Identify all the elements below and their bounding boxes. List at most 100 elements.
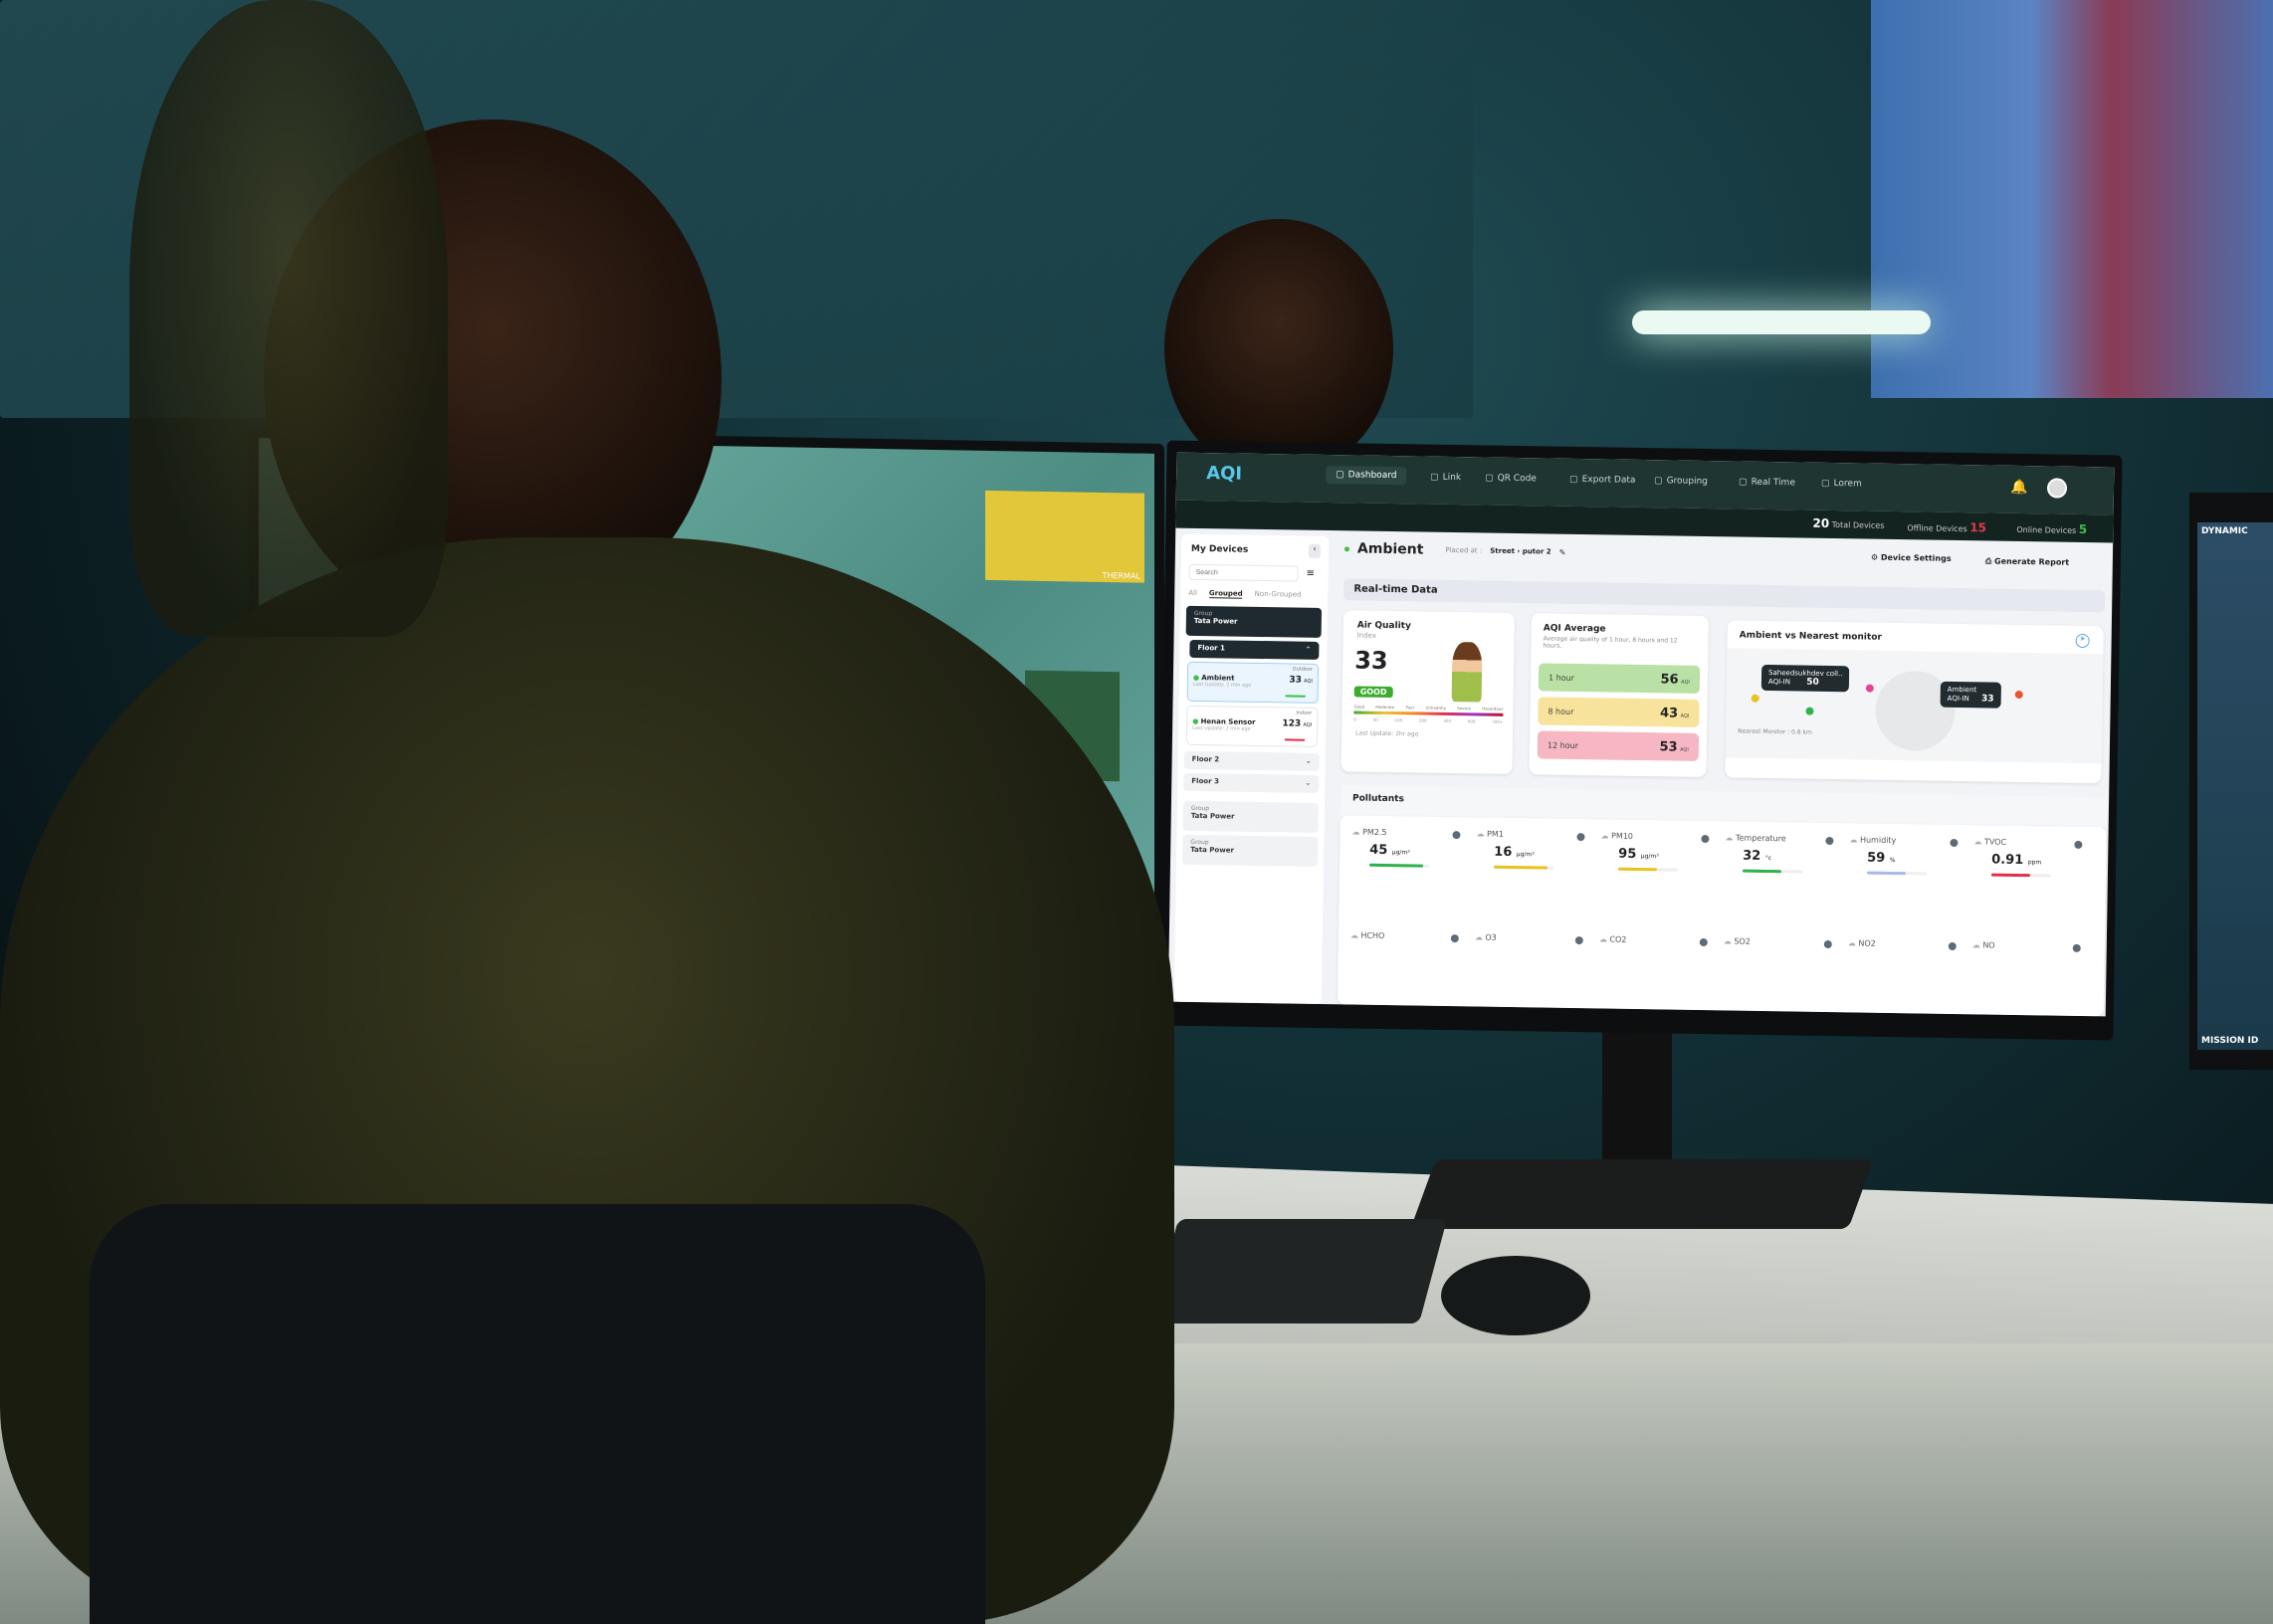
level-bar xyxy=(1990,873,2051,878)
air-quality-card: Air Quality Index 33 GOOD Good Moderate Po… xyxy=(1341,610,1515,774)
scale-tick: 300 xyxy=(1443,717,1452,724)
floor-3[interactable]: Floor 3 ⌄ xyxy=(1183,772,1320,793)
pollutant-hcho[interactable]: ☁ HCHO xyxy=(1343,924,1469,966)
filter-icon[interactable]: ≡ xyxy=(1307,568,1316,579)
info-icon[interactable] xyxy=(1950,838,1959,848)
nav-link[interactable]: ▢ Link xyxy=(1430,473,1461,483)
generate-report-button[interactable]: ⎙ Generate Report xyxy=(1985,556,2069,567)
floor-1[interactable]: Floor 1 ⌃ xyxy=(1189,639,1320,660)
info-icon[interactable] xyxy=(1823,939,1832,949)
info-icon[interactable] xyxy=(1450,934,1459,943)
pollutant-tvoc[interactable]: ☁ TVOC 0.91 ppm xyxy=(1967,831,2093,903)
tab-grouped[interactable]: Grouped xyxy=(1208,589,1243,599)
navigate-icon[interactable]: ➤ xyxy=(2075,633,2090,649)
group-tata-power-3[interactable]: Group Tata Power xyxy=(1181,834,1319,867)
pollutant-icon: ☁ xyxy=(1973,837,1982,847)
nav-real-time[interactable]: ▢ Real Time xyxy=(1739,478,1795,489)
pollutant-icon: ☁ xyxy=(1971,940,1980,950)
map-marker xyxy=(1805,707,1814,715)
group-tata-power[interactable]: Group Tata Power xyxy=(1185,605,1323,638)
group-tata-power-2[interactable]: Group Tata Power xyxy=(1182,800,1319,833)
info-icon[interactable] xyxy=(1576,833,1585,842)
tab-non-grouped[interactable]: Non-Grouped xyxy=(1255,590,1302,600)
pollutant-co2[interactable]: ☁ CO2 xyxy=(1592,928,1718,970)
edit-icon[interactable]: ✎ xyxy=(1559,547,1566,556)
pollutant-icon: ☁ xyxy=(1476,829,1485,839)
level-bar xyxy=(1617,867,1678,872)
pollutant-so2[interactable]: ☁ SO2 xyxy=(1717,930,1842,972)
pollutant-icon: ☁ xyxy=(1723,936,1732,946)
ambient-tooltip: Ambient AQI-IN 33 xyxy=(1940,681,2001,709)
scale-tick: 50 xyxy=(1372,716,1378,722)
scale-tick: 500+ xyxy=(1492,718,1504,724)
mouse xyxy=(1441,1256,1590,1335)
map-marker xyxy=(1865,684,1874,693)
scale-tick: 100 xyxy=(1394,717,1403,723)
monitor-icon: ▢ xyxy=(1820,478,1830,489)
scale-tick: 200 xyxy=(1418,717,1427,723)
pollutant-icon: ☁ xyxy=(1598,934,1607,944)
scale-label: Unhealthy xyxy=(1425,705,1447,710)
info-icon[interactable] xyxy=(2074,840,2083,849)
pollutant-pm1[interactable]: ☁ PM1 16 µg/m³ xyxy=(1470,823,1595,895)
pollutant-icon: ☁ xyxy=(1474,932,1483,942)
logo: AQI xyxy=(1205,463,1243,485)
info-icon[interactable] xyxy=(1452,831,1461,840)
nav-qr-code[interactable]: ▢ QR Code xyxy=(1485,474,1537,485)
pollutant-temperature[interactable]: ☁ Temperature 32 °c xyxy=(1719,827,1844,899)
info-icon[interactable] xyxy=(1699,937,1708,947)
online-dot xyxy=(1343,545,1350,551)
nav-lorem[interactable]: ▢ Lorem xyxy=(1821,479,1862,490)
device-item[interactable]: Outdoor ● Ambient 33 AQI Last Update: 2 m… xyxy=(1186,661,1320,704)
export-icon: ▢ xyxy=(1569,474,1578,485)
sidebar: My Devices ‹ ≡ All Grouped Non-Grouped G… xyxy=(1173,533,1330,1005)
bell-icon[interactable]: 🔔 xyxy=(2010,480,2028,496)
search-input[interactable] xyxy=(1188,563,1299,582)
pollutant-icon: ☁ xyxy=(1349,930,1358,940)
level-bar xyxy=(1742,869,1802,874)
monitor-base xyxy=(1410,1159,1874,1229)
tab-all[interactable]: All xyxy=(1188,589,1197,598)
pollutant-icon: ☁ xyxy=(1600,831,1609,841)
nearest-monitor-tooltip: Saheedsukhdev coll.. AQI-IN 50 xyxy=(1760,664,1850,693)
device-item[interactable]: Indoor ● Henan Sensor 123 AQI Last Update… xyxy=(1185,705,1319,747)
avatar[interactable] xyxy=(2046,478,2068,499)
right-monitor-screen: DYNAMIC MISSION ID xyxy=(2197,522,2273,1050)
scale-label: Hazardous xyxy=(1482,706,1504,711)
pollutant-no[interactable]: ☁ NO xyxy=(1965,934,2091,976)
level-bar xyxy=(1866,871,1927,876)
wall-map-display xyxy=(1871,0,2273,398)
collapse-sidebar-button[interactable]: ‹ xyxy=(1308,543,1322,558)
nav-export-data[interactable]: ▢ Export Data xyxy=(1569,475,1635,486)
map[interactable]: Saheedsukhdev coll.. AQI-IN 50 Ambient AQI… xyxy=(1725,648,2104,764)
pollutant-icon: ☁ xyxy=(1351,827,1360,837)
scale-label: Moderate xyxy=(1375,704,1395,710)
device-settings-button[interactable]: ⚙ Device Settings xyxy=(1871,553,1952,563)
pollutant-no2[interactable]: ☁ NO2 xyxy=(1841,932,1966,974)
main-monitor: AQI ▢ Dashboard ▢ Link ▢ QR Code ▢ Export Data ▢… xyxy=(1157,440,2123,1041)
clock-icon: ▢ xyxy=(1739,477,1748,488)
pollutant-o3[interactable]: ☁ O3 xyxy=(1468,926,1593,968)
scale-tick: 400 xyxy=(1467,718,1476,724)
pollutant-pm10[interactable]: ☁ PM10 95 µg/m³ xyxy=(1594,825,1720,897)
map-marker xyxy=(1751,694,1759,703)
level-bar xyxy=(1493,865,1553,870)
info-icon[interactable] xyxy=(1701,834,1710,844)
info-icon[interactable] xyxy=(1825,836,1834,846)
aqi-scale-bar xyxy=(1353,710,1504,716)
person-background-head xyxy=(1164,219,1393,478)
aqi-value: 33 xyxy=(1354,646,1388,676)
nav-grouping[interactable]: ▢ Grouping xyxy=(1654,476,1708,487)
dashboard-screen: AQI ▢ Dashboard ▢ Link ▢ QR Code ▢ Export Data ▢… xyxy=(1167,452,2115,1017)
aqi-average-row: 8 hour 43 AQI xyxy=(1538,697,1700,727)
pollutant-humidity[interactable]: ☁ Humidity 59 % xyxy=(1843,829,1968,901)
floor-2[interactable]: Floor 2 ⌄ xyxy=(1183,750,1320,771)
scale-label: Severe xyxy=(1457,706,1472,711)
chair xyxy=(90,1204,985,1624)
scale-tick: 0 xyxy=(1353,716,1356,722)
nav-dashboard[interactable]: ▢ Dashboard xyxy=(1326,466,1407,486)
aqi-average-card: AQI Average Average air quality of 1 hou… xyxy=(1529,613,1709,778)
pollutant-pm2.5[interactable]: ☁ PM2.5 45 µg/m³ xyxy=(1345,821,1471,893)
qr-icon: ▢ xyxy=(1485,473,1494,484)
info-icon[interactable] xyxy=(2072,943,2081,952)
